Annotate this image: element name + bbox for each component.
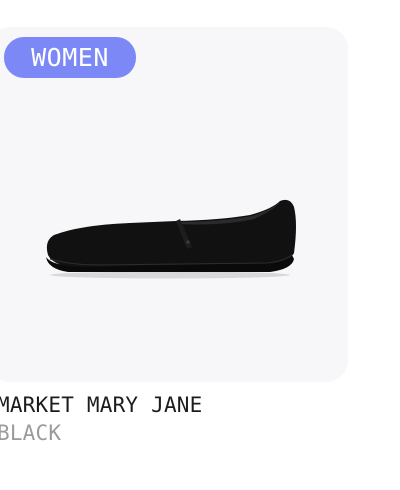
product-name[interactable]: MARKET MARY JANE <box>0 393 203 417</box>
mary-jane-shoe-image <box>46 199 296 279</box>
shoe-shadow <box>50 271 290 279</box>
category-badge: WOMEN <box>4 37 136 78</box>
product-color: BLACK <box>0 421 62 445</box>
shoe-upper <box>46 199 296 267</box>
strap-buckle <box>186 240 190 244</box>
